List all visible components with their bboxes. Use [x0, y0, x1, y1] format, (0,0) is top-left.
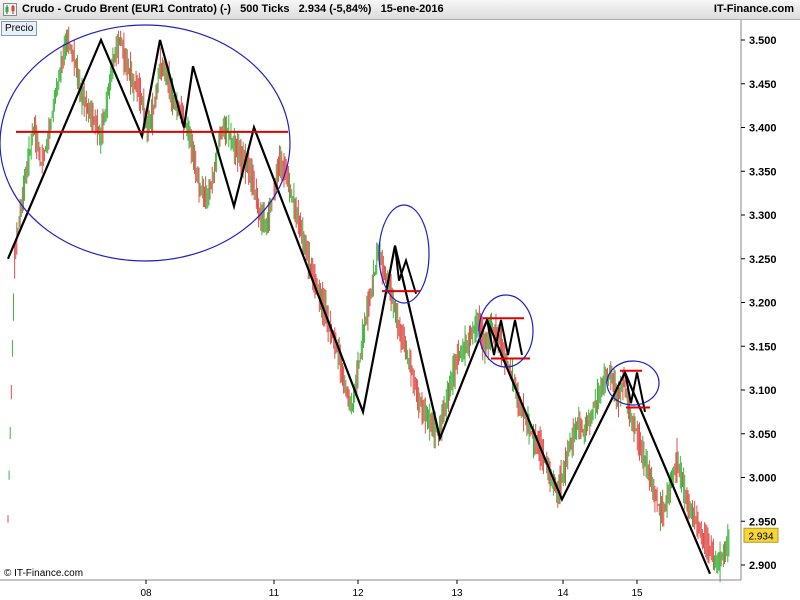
y-tick-label: 3.300	[749, 210, 777, 222]
series-label: Precio	[1, 21, 38, 36]
x-tick-label: 12	[352, 588, 364, 599]
x-tick-label: 11	[269, 588, 280, 599]
x-tick-label: 14	[557, 588, 569, 599]
y-tick-label: 2.950	[749, 516, 777, 528]
x-tick-label: 08	[140, 588, 152, 599]
y-tick-label: 3.350	[749, 166, 777, 178]
x-tick-label: 15	[631, 588, 643, 599]
y-tick-label: 3.150	[749, 341, 777, 353]
y-tick-label: 2.900	[749, 560, 777, 572]
y-tick-label: 3.050	[749, 429, 777, 441]
copyright-text: © IT-Finance.com	[4, 568, 84, 579]
last-price-label: 2.934	[748, 531, 773, 542]
y-tick-label: 3.400	[749, 123, 777, 135]
last-price-marker: 2.934	[743, 527, 779, 543]
x-tick-label: 13	[451, 588, 463, 599]
y-tick-label: 3.250	[749, 254, 777, 266]
y-tick-label: 3.200	[749, 298, 777, 310]
y-tick-label: 3.500	[749, 35, 777, 47]
y-tick-label: 3.450	[749, 79, 777, 91]
y-tick-label: 3.100	[749, 385, 777, 397]
y-tick-label: 3.000	[749, 473, 777, 485]
app-window: Crudo - Crudo Brent (EUR1 Contrato) (-) …	[0, 0, 800, 600]
price-chart[interactable]: 3.500 3.450 3.400 3.350 3.300 3.250 3.200 3.150…	[0, 0, 800, 600]
